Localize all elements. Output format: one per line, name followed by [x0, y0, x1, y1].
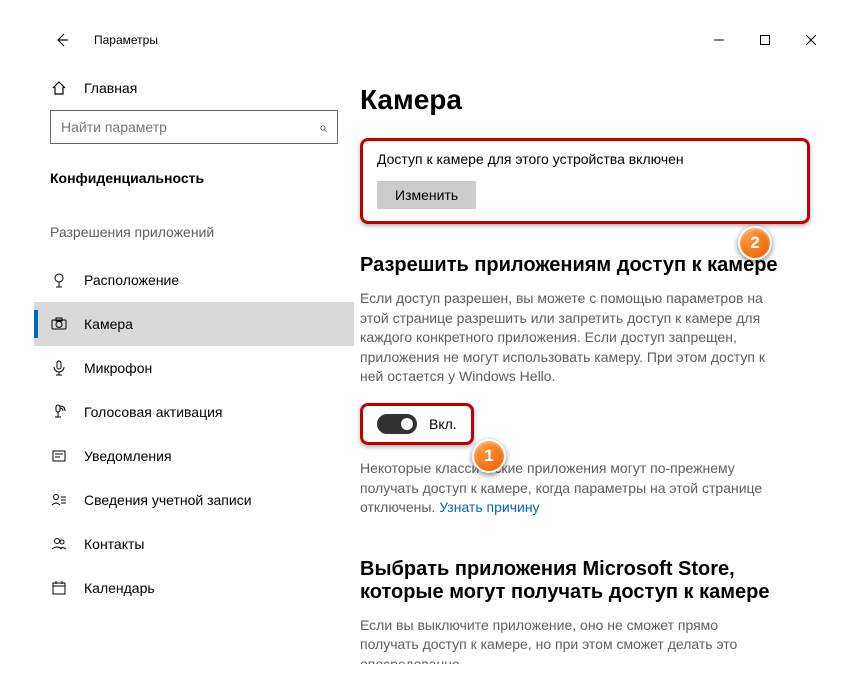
toggle-group: Вкл. [360, 403, 474, 445]
toggle-label: Вкл. [429, 416, 457, 432]
device-access-text: Доступ к камере для этого устройства вкл… [377, 151, 793, 167]
learn-why-link[interactable]: Узнать причину [439, 499, 539, 515]
annotation-bubble-1: 1 [472, 439, 506, 473]
sidebar-item-microphone[interactable]: Микрофон [34, 346, 354, 390]
sidebar-item-label: Календарь [84, 580, 155, 596]
device-access-group: Доступ к камере для этого устройства вкл… [360, 138, 810, 224]
sidebar-item-account[interactable]: Сведения учетной записи [34, 478, 354, 522]
search-icon: ⌕ [319, 119, 327, 136]
sidebar-item-label: Контакты [84, 536, 144, 552]
back-button[interactable] [50, 28, 74, 52]
sidebar-item-camera[interactable]: Камера [34, 302, 354, 346]
allow-apps-description: Если доступ разрешен, вы можете с помощь… [360, 289, 780, 387]
sidebar-section-header: Разрешения приложений [50, 214, 338, 258]
annotation-bubble-2: 2 [738, 226, 772, 260]
camera-icon [50, 316, 68, 332]
sidebar-item-label: Голосовая активация [84, 404, 223, 420]
sidebar-item-label: Уведомления [84, 448, 172, 464]
sidebar-home[interactable]: Главная [50, 72, 338, 110]
maximize-button[interactable] [742, 24, 788, 56]
store-apps-heading: Выбрать приложения Microsoft Store, кото… [360, 558, 810, 604]
sidebar-home-label: Главная [84, 80, 137, 96]
search-field[interactable] [61, 119, 319, 135]
voice-icon [50, 404, 68, 420]
sidebar-item-contacts[interactable]: Контакты [34, 522, 354, 566]
maximize-icon [760, 35, 770, 45]
minimize-icon [714, 35, 724, 45]
contacts-icon [50, 536, 68, 552]
camera-access-toggle[interactable] [377, 414, 417, 434]
minimize-button[interactable] [696, 24, 742, 56]
search-input[interactable]: ⌕ [50, 110, 338, 144]
page-title: Камера [360, 84, 810, 116]
sidebar-item-label: Камера [84, 316, 133, 332]
classic-apps-note: Некоторые классические приложения могут … [360, 459, 780, 518]
home-icon [50, 80, 68, 96]
arrow-left-icon [54, 32, 70, 48]
close-button[interactable] [788, 24, 834, 56]
sidebar-category: Конфиденциальность [50, 164, 338, 214]
allow-apps-heading: Разрешить приложениям доступ к камере [360, 254, 810, 277]
sidebar-item-location[interactable]: Расположение [34, 258, 354, 302]
sidebar-item-notifications[interactable]: Уведомления [34, 434, 354, 478]
sidebar-item-label: Расположение [84, 272, 179, 288]
notif-icon [50, 448, 68, 464]
main-content: Камера Доступ к камере для этого устройс… [354, 56, 834, 664]
mic-icon [50, 360, 68, 376]
store-apps-description: Если вы выключите приложение, оно не смо… [360, 616, 780, 664]
location-icon [50, 272, 68, 288]
sidebar-item-calendar[interactable]: Календарь [34, 566, 354, 610]
close-icon [806, 35, 816, 45]
titlebar: Параметры [34, 24, 834, 56]
window-title: Параметры [94, 33, 158, 47]
change-button[interactable]: Изменить [377, 181, 476, 209]
sidebar: Главная ⌕ Конфиденциальность Разрешения … [34, 56, 354, 664]
calendar-icon [50, 580, 68, 596]
sidebar-item-label: Сведения учетной записи [84, 492, 252, 508]
sidebar-item-voice[interactable]: Голосовая активация [34, 390, 354, 434]
sidebar-item-label: Микрофон [84, 360, 152, 376]
note-text: Некоторые классические приложения могут … [360, 460, 762, 515]
account-icon [50, 492, 68, 508]
